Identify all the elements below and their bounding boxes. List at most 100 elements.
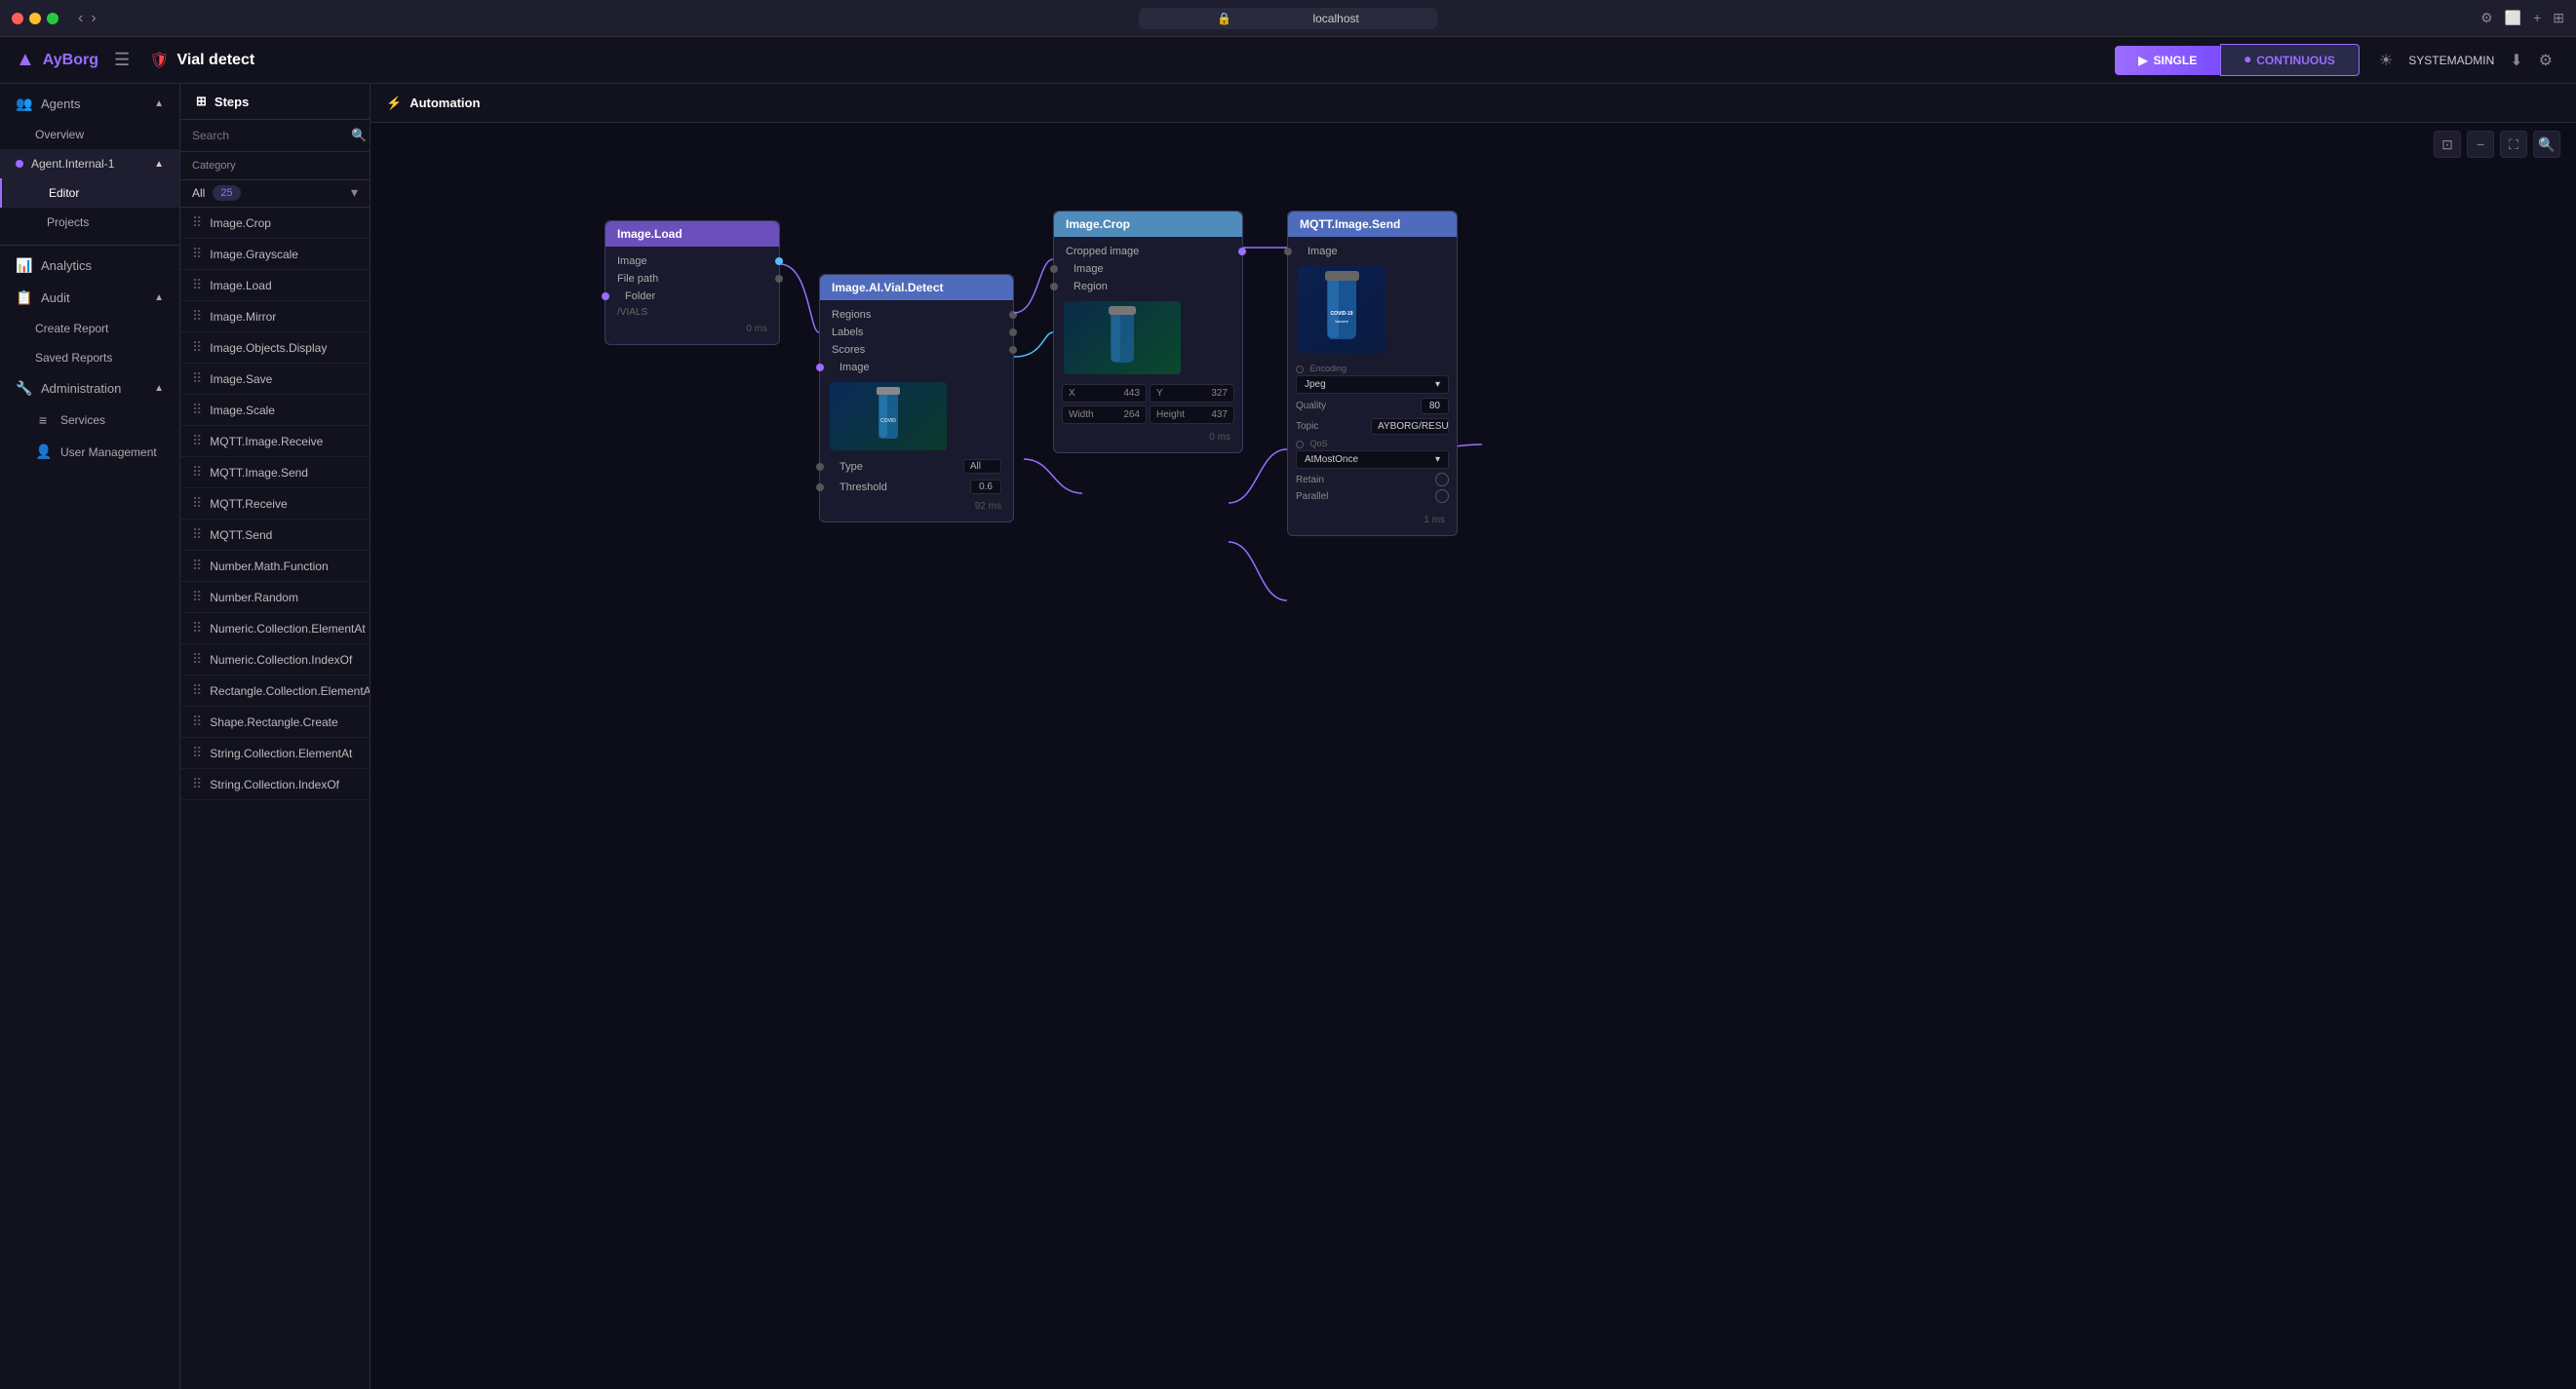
- list-item[interactable]: ⠿ Image.Mirror: [180, 301, 370, 332]
- hamburger-button[interactable]: ☰: [114, 50, 130, 70]
- category-label: Category: [192, 160, 236, 172]
- list-item[interactable]: ⠿ Image.Save: [180, 364, 370, 395]
- step-name: Image.Crop: [210, 216, 271, 230]
- nav-controls: ‹ ›: [78, 10, 97, 27]
- step-name: MQTT.Image.Send: [210, 466, 308, 480]
- canvas-search-button[interactable]: 🔍: [2533, 131, 2560, 158]
- drag-icon: ⠿: [192, 402, 202, 418]
- list-item[interactable]: ⠿ Numeric.Collection.ElementAt: [180, 613, 370, 644]
- step-name: Image.Load: [210, 279, 271, 292]
- continuous-run-button[interactable]: ⏺ CONTINUOUS: [2220, 44, 2360, 76]
- sidebar-item-create-report[interactable]: Create Report: [0, 314, 179, 343]
- list-item[interactable]: ⠿ MQTT.Send: [180, 520, 370, 551]
- services-label: Services: [60, 413, 105, 427]
- drag-icon: ⠿: [192, 776, 202, 792]
- filepath-port-dot: [775, 275, 783, 283]
- folder-value-text: /VIALS: [617, 307, 647, 318]
- sidebar-item-analytics[interactable]: 📊 Analytics: [0, 250, 179, 282]
- node-image-crop[interactable]: Image.Crop Cropped image Image Region: [1053, 211, 1243, 453]
- list-item[interactable]: ⠿ Number.Math.Function: [180, 551, 370, 582]
- step-name: MQTT.Send: [210, 528, 272, 542]
- new-tab-icon[interactable]: +: [2533, 10, 2541, 26]
- list-item[interactable]: ⠿ Image.Objects.Display: [180, 332, 370, 364]
- settings-icon[interactable]: ⚙: [2480, 10, 2493, 26]
- node-image-load[interactable]: Image.Load Image File path Folder: [605, 220, 780, 345]
- cropped-dot: [1238, 248, 1246, 255]
- node-mqtt-send[interactable]: MQTT.Image.Send Image COVID-19: [1287, 211, 1458, 536]
- list-item[interactable]: ⠿ Rectangle.Collection.ElementAt: [180, 675, 370, 707]
- ai-time: 92 ms: [820, 497, 1013, 516]
- ai-port-scores: Scores: [820, 341, 1013, 359]
- url-text: localhost: [1273, 8, 1397, 29]
- crop-image-dot: [1050, 265, 1058, 273]
- share-icon[interactable]: ⬜: [2505, 10, 2521, 26]
- regions-dot: [1009, 311, 1017, 319]
- back-icon[interactable]: ‹: [78, 10, 83, 27]
- list-item[interactable]: ⠿ Image.Crop: [180, 208, 370, 239]
- sidebar-item-projects[interactable]: Projects: [0, 208, 179, 237]
- type-dot: [816, 463, 824, 471]
- list-item[interactable]: ⠿ Image.Load: [180, 270, 370, 301]
- step-name: Number.Random: [210, 591, 298, 604]
- parallel-toggle[interactable]: [1435, 489, 1449, 503]
- gear-icon[interactable]: ⚙: [2539, 51, 2553, 70]
- list-item[interactable]: ⠿ MQTT.Receive: [180, 488, 370, 520]
- sidebar-item-administration[interactable]: 🔧 Administration ▲: [0, 372, 179, 405]
- sidebar-item-agents[interactable]: 👥 Agents ▲: [0, 88, 179, 120]
- qos-dropdown-arrow: ▾: [1435, 454, 1440, 465]
- list-item[interactable]: ⠿ MQTT.Image.Receive: [180, 426, 370, 457]
- agent-dot-icon: [16, 160, 23, 168]
- agent-internal-label: Agent.Internal-1: [31, 157, 114, 171]
- fit-view-button[interactable]: ⊡: [2434, 131, 2461, 158]
- qos-label: QoS: [1310, 439, 1328, 448]
- sidebar-item-saved-reports[interactable]: Saved Reports: [0, 343, 179, 372]
- download-icon[interactable]: ⬇: [2510, 51, 2522, 70]
- agent-internal-header[interactable]: Agent.Internal-1 ▲: [0, 149, 179, 178]
- sidebar-item-editor[interactable]: Editor: [0, 178, 179, 208]
- step-name: Image.Mirror: [210, 310, 276, 324]
- user-management-label: User Management: [60, 445, 157, 459]
- maximize-button[interactable]: [47, 13, 59, 24]
- qos-value-row[interactable]: AtMostOnce ▾: [1296, 450, 1449, 469]
- sidebar-item-audit[interactable]: 📋 Audit ▲: [0, 282, 179, 314]
- sidebar-item-services[interactable]: ≡ Services: [0, 405, 179, 436]
- minimize-button[interactable]: [29, 13, 41, 24]
- list-item[interactable]: ⠿ MQTT.Image.Send: [180, 457, 370, 488]
- list-item[interactable]: ⠿ String.Collection.IndexOf: [180, 769, 370, 800]
- fullscreen-button[interactable]: ⛶: [2500, 131, 2527, 158]
- sun-icon[interactable]: ☀: [2379, 51, 2393, 70]
- mqtt-image-preview: COVID-19 Vaccine: [1298, 266, 1386, 354]
- url-bar[interactable]: 🔒 localhost: [1139, 12, 1437, 25]
- category-dropdown-icon[interactable]: ▾: [351, 184, 358, 201]
- type-dropdown[interactable]: All: [963, 459, 1001, 474]
- zoom-out-button[interactable]: −: [2467, 131, 2494, 158]
- encoding-value-row[interactable]: Jpeg ▾: [1296, 375, 1449, 394]
- node-image-ai[interactable]: Image.AI.Vial.Detect Regions Labels Scor…: [819, 274, 1014, 522]
- forward-icon[interactable]: ›: [91, 10, 96, 27]
- mqtt-send-header: MQTT.Image.Send: [1288, 212, 1457, 237]
- automation-header: ⚡ Automation: [371, 84, 2576, 123]
- list-item[interactable]: ⠿ Shape.Rectangle.Create: [180, 707, 370, 738]
- single-run-button[interactable]: ▶ SINGLE: [2115, 46, 2220, 75]
- crop-time: 0 ms: [1054, 428, 1242, 446]
- steps-search-bar[interactable]: 🔍: [180, 120, 370, 152]
- mqtt-send-body: Image COVID-19 Vaccine: [1288, 237, 1457, 535]
- sidebar-item-overview[interactable]: Overview: [0, 120, 179, 149]
- list-item[interactable]: ⠿ String.Collection.ElementAt: [180, 738, 370, 769]
- list-item[interactable]: ⠿ Image.Grayscale: [180, 239, 370, 270]
- step-name: Image.Grayscale: [210, 248, 298, 261]
- crop-height-label: Height: [1156, 409, 1185, 420]
- close-button[interactable]: [12, 13, 23, 24]
- mqtt-port-image: Image: [1288, 243, 1457, 260]
- image-load-port-filepath: File path: [605, 270, 779, 288]
- sidebar-item-user-management[interactable]: 👤 User Management: [0, 436, 179, 468]
- list-item[interactable]: ⠿ Image.Scale: [180, 395, 370, 426]
- audit-icon: 📋: [16, 289, 31, 306]
- canvas[interactable]: Image.Load Image File path Folder: [371, 123, 2576, 1389]
- list-item[interactable]: ⠿ Number.Random: [180, 582, 370, 613]
- search-input[interactable]: [192, 129, 343, 142]
- list-item[interactable]: ⠿ Numeric.Collection.IndexOf: [180, 644, 370, 675]
- encoding-dropdown-arrow: ▾: [1435, 379, 1440, 390]
- grid-icon[interactable]: ⊞: [2553, 10, 2564, 26]
- retain-toggle[interactable]: [1435, 473, 1449, 486]
